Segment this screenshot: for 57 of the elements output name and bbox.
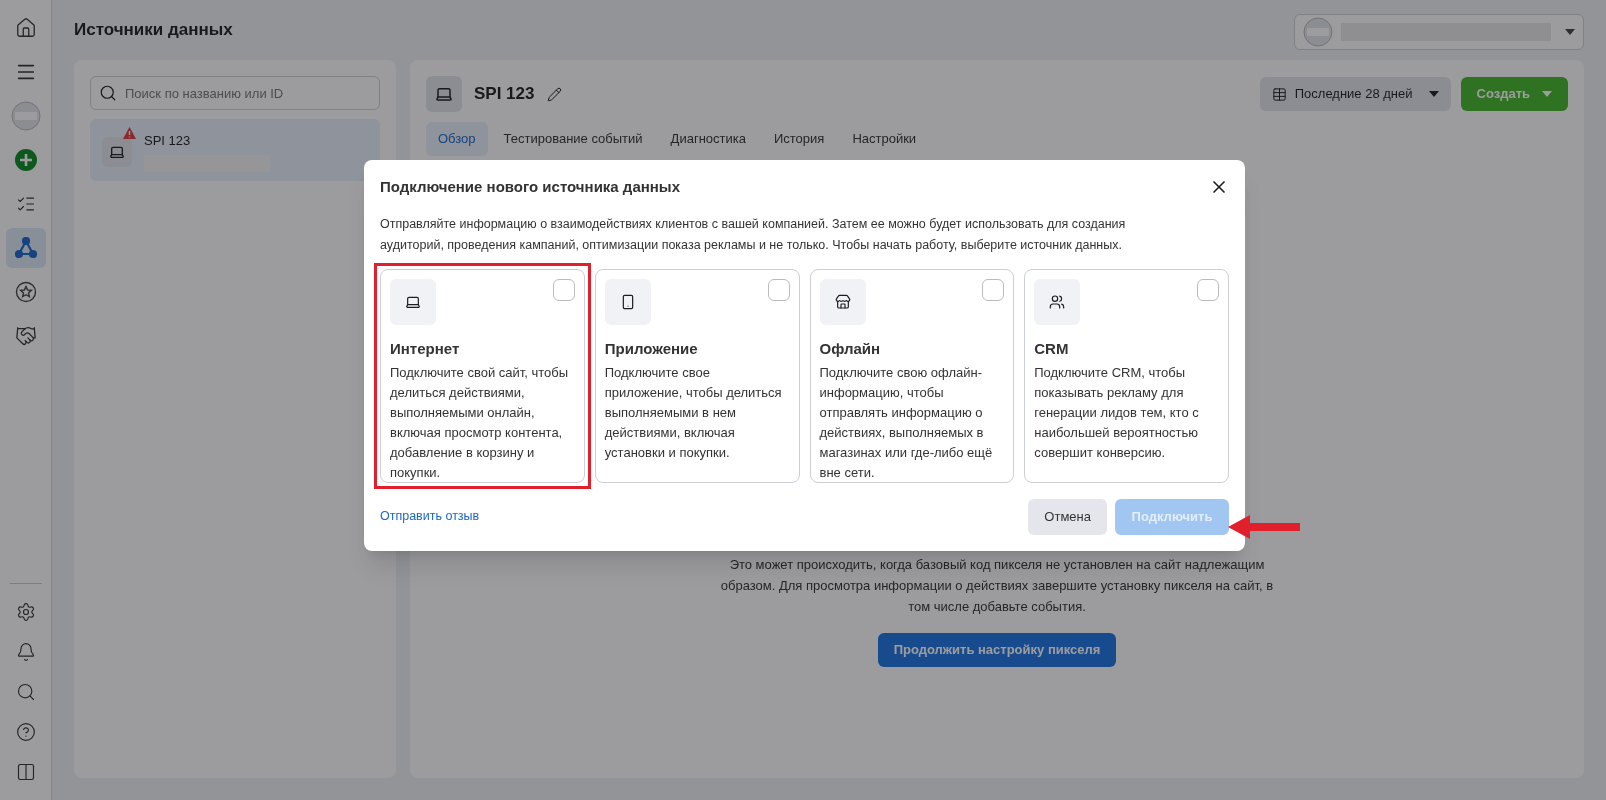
tab[interactable]: Диагностика — [658, 122, 758, 156]
source-option-card[interactable]: Интернет Подключите свой сайт, чтобы делиться действиями, выполняемыми онлайн, включая просмотр контента, добавление в корзину и покупки. — [380, 268, 585, 483]
help-icon — [15, 722, 36, 742]
checkbox[interactable] — [767, 278, 790, 301]
source-name: SPI 123 — [144, 132, 192, 150]
option-title: CRM — [1034, 338, 1070, 359]
option-title: Приложение — [604, 338, 699, 359]
checkbox[interactable] — [1197, 278, 1219, 301]
source-option-card[interactable]: Приложение Подключите свое приложение, чтобы делиться выполняемыми в нем действиями, включая установки и покупки. — [594, 268, 800, 483]
tab[interactable]: Обзор — [426, 122, 488, 156]
avatar-icon — [10, 101, 41, 131]
dialog-title: Подключение нового источника данных — [380, 177, 680, 197]
laptop-icon — [435, 85, 453, 103]
sidebar-toggle-icon — [15, 762, 36, 782]
tab[interactable]: Настройки — [840, 122, 929, 156]
option-description: Подключите свое приложение, чтобы делиться выполняемыми в нем действиями, включая установки и покупки. — [604, 364, 783, 462]
source-title: SPI 123 — [474, 83, 535, 106]
option-description: Подключите свой сайт, чтобы делиться действиями, выполняемыми онлайн, включая просмотр контента, добавление в корзину и покупки. — [390, 364, 570, 482]
continue-setup-button[interactable]: Продолжить настройку пикселя — [877, 633, 1117, 667]
option-title: Офлайн — [819, 338, 882, 359]
edit-icon[interactable] — [546, 86, 562, 102]
search-icon — [99, 84, 117, 102]
annotation-arrow — [1228, 514, 1300, 540]
home-icon — [14, 17, 37, 39]
connect-button: Подключить — [1115, 498, 1229, 535]
settings-icon — [15, 602, 36, 622]
notice-text: Это может происходить, когда базовый код пикселя не установлен на сайт надлежащим образом. Для просмотра информации о действиях завершите установку пикселя на сайт, в том числе добавьте события. — [719, 556, 1275, 616]
page-title: Источники данных — [74, 19, 233, 42]
account-icon — [1303, 17, 1333, 47]
laptop-icon — [109, 144, 125, 160]
checkbox[interactable] — [552, 278, 575, 301]
checkbox[interactable] — [982, 278, 1005, 301]
dialog-description: Отправляйте информацию о взаимодействиях клиентов с вашей компанией. Затем ее можно будет использовать для создания аудиторий, проведения кампаний, оптимизации показа рекламы и не только. Чтобы начать работу, выберите источник данных. — [380, 215, 1127, 254]
search-icon — [15, 682, 36, 702]
source-option-card[interactable]: Офлайн Подключите свою офлайн-информацию, чтобы отправлять информацию о действиях, выполняемых в магазинах или где-либо ещё вне сети. — [809, 268, 1015, 483]
option-description: Подключите свою офлайн-информацию, чтобы отправлять информацию о действиях, выполняемых в магазинах или где-либо ещё вне сети. — [819, 364, 994, 482]
feedback-link[interactable]: Отправить отзыв — [380, 507, 480, 526]
caret-icon — [1565, 29, 1575, 35]
option-description: Подключите CRM, чтобы показывать рекламу для генерации лидов тем, кто с наибольшей вероятностью совершит конверсию. — [1034, 364, 1200, 462]
source-item[interactable]: SPI 123 — [90, 119, 380, 181]
option-title: Интернет — [390, 338, 461, 359]
people-icon — [1049, 293, 1066, 310]
handshake-icon — [14, 325, 37, 347]
store-icon — [834, 293, 851, 310]
plus-icon — [14, 149, 37, 171]
bell-icon — [15, 642, 36, 662]
source-option-card[interactable]: CRM Подключите CRM, чтобы показывать рекламу для генерации лидов тем, кто с наибольшей вероятностью совершит конверсию. — [1024, 268, 1229, 483]
cancel-button[interactable]: Отмена — [1028, 498, 1107, 535]
caret-icon — [1428, 91, 1439, 97]
table-icon — [1271, 86, 1287, 102]
date-range-button[interactable]: Последние 28 дней — [1259, 77, 1451, 111]
tab[interactable]: Тестирование событий — [491, 122, 655, 156]
search-field[interactable]: Поиск по названию или ID — [90, 76, 380, 110]
caret-icon — [1542, 91, 1552, 97]
tab[interactable]: История — [761, 122, 837, 156]
network-icon — [14, 237, 37, 259]
rail-button[interactable] — [5, 228, 46, 268]
